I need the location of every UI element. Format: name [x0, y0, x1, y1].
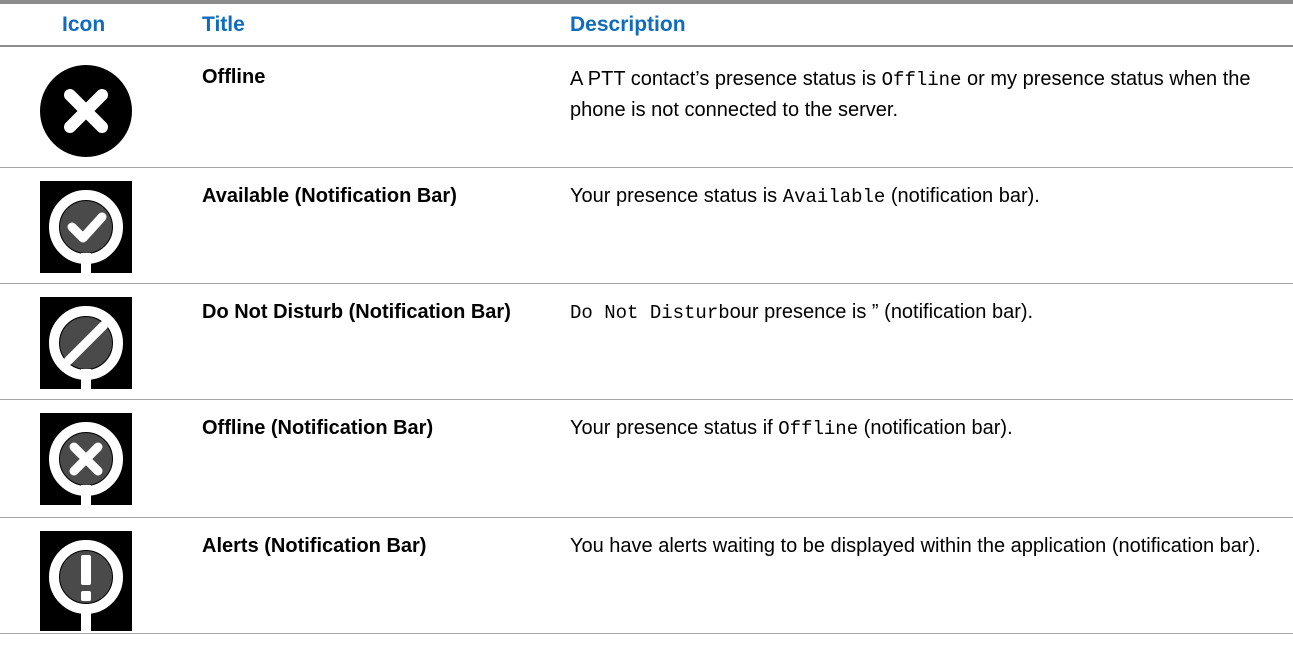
do-not-disturb-icon: [40, 297, 132, 389]
available-check-icon: [40, 181, 132, 273]
row-description: A PTT contact’s presence status is Offli…: [570, 68, 1251, 121]
row-description: Do Not Disturbour presence is ” (notific…: [570, 301, 1034, 324]
header-description: Description: [570, 13, 686, 36]
row-description: Your presence status is Available (notif…: [570, 185, 1040, 208]
table-row: Do Not Disturb (Notification Bar) Do Not…: [0, 284, 1293, 400]
table-header-row: Icon Title Description: [0, 4, 1293, 47]
row-title: Offline: [202, 66, 266, 88]
table-row: Offline (Notification Bar) Your presence…: [0, 400, 1293, 518]
header-icon: Icon: [62, 13, 106, 36]
row-title: Alerts (Notification Bar): [202, 535, 427, 557]
row-description: You have alerts waiting to be displayed …: [570, 535, 1261, 557]
table-row: Alerts (Notification Bar) You have alert…: [0, 518, 1293, 634]
alerts-exclamation-icon: [40, 531, 132, 631]
row-title: Available (Notification Bar): [202, 185, 457, 207]
offline-notification-icon: [40, 413, 132, 505]
presence-icons-table: Icon Title Description Offline A PTT con…: [0, 0, 1293, 634]
row-title: Do Not Disturb (Notification Bar): [202, 301, 511, 323]
table-row: Available (Notification Bar) Your presen…: [0, 168, 1293, 284]
offline-x-circle-icon: [40, 65, 132, 157]
header-title: Title: [202, 13, 245, 36]
row-description: Your presence status if Offline (notific…: [570, 417, 1013, 440]
row-title: Offline (Notification Bar): [202, 417, 434, 439]
table-row: Offline A PTT contact’s presence status …: [0, 47, 1293, 168]
